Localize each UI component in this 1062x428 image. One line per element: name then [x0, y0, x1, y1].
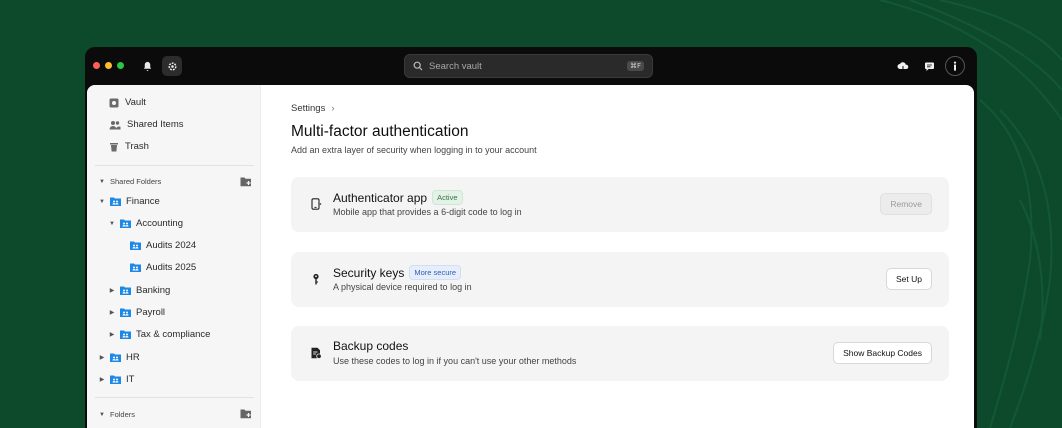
window-controls: [93, 62, 124, 69]
bell-icon[interactable]: [137, 56, 157, 76]
remove-button[interactable]: Remove: [880, 193, 932, 215]
breadcrumb-settings[interactable]: Settings: [291, 103, 325, 114]
sidebar: Vault Shared Items Trash ▼ Shared Folder…: [87, 85, 261, 428]
chevron-down-icon: ▼: [99, 198, 105, 205]
app-window: Search vault ⌘F Vault Shared Items Trash…: [85, 47, 977, 428]
search-bar[interactable]: Search vault ⌘F: [404, 54, 653, 78]
key-icon: [313, 273, 319, 285]
add-folder-icon[interactable]: [240, 176, 252, 187]
folder-label: Finance: [126, 196, 160, 207]
shared-folder-icon: [130, 241, 141, 250]
sidebar-divider: [95, 397, 254, 398]
shared-folder-icon: [110, 197, 121, 206]
sidebar-item-label: Shared Items: [127, 119, 184, 130]
folder-hr[interactable]: ▶ HR: [99, 352, 140, 363]
search-icon: [413, 61, 423, 71]
sidebar-item-vault[interactable]: Vault: [109, 97, 146, 108]
phone-icon: [311, 198, 322, 210]
chevron-right-icon: ▶: [109, 332, 115, 338]
folder-label: Audits 2025: [146, 262, 197, 273]
shared-folder-icon: [130, 263, 141, 272]
mfa-method-security-keys: Security keys More secure A physical dev…: [291, 252, 949, 307]
folder-label: Accounting: [136, 218, 184, 229]
method-title-text: Backup codes: [333, 339, 409, 353]
maximize-window-button[interactable]: [117, 62, 124, 69]
section-label: Folders: [110, 410, 136, 419]
gear-icon[interactable]: [162, 56, 182, 76]
main-content: Settings › Multi-factor authentication A…: [291, 85, 974, 428]
method-title: Backup codes: [333, 339, 408, 353]
sidebar-item-shared-items[interactable]: Shared Items: [109, 119, 184, 130]
chevron-right-icon: ▶: [109, 288, 115, 294]
chevron-down-icon: ▼: [109, 220, 115, 227]
folder-it[interactable]: ▶ IT: [99, 374, 135, 385]
method-description: Use these codes to log in if you can't u…: [333, 356, 577, 366]
people-icon: [109, 120, 121, 129]
shared-folder-icon: [120, 308, 131, 317]
method-description: Mobile app that provides a 6-digit code …: [333, 207, 522, 217]
folder-label: HR: [126, 352, 140, 363]
breadcrumb-chevron-icon: ›: [331, 103, 335, 114]
info-icon[interactable]: [945, 56, 965, 76]
chat-icon[interactable]: [919, 56, 939, 76]
cloud-sync-icon[interactable]: [893, 56, 913, 76]
folder-banking[interactable]: ▶ Banking: [109, 285, 171, 296]
shared-folder-icon: [120, 330, 131, 339]
trash-icon: [110, 142, 118, 151]
mfa-method-authenticator: Authenticator app Active Mobile app that…: [291, 177, 949, 232]
status-badge: More secure: [409, 265, 462, 280]
method-title: Authenticator app Active: [333, 190, 463, 205]
mfa-method-backup-codes: Backup codes Use these codes to log in i…: [291, 326, 949, 381]
shared-folder-icon: [110, 353, 121, 362]
method-title: Security keys More secure: [333, 265, 462, 280]
sidebar-divider: [95, 165, 254, 166]
shared-folder-icon: [120, 219, 131, 228]
folder-audits-2024[interactable]: Audits 2024: [130, 240, 196, 251]
app-content: Vault Shared Items Trash ▼ Shared Folder…: [87, 85, 974, 428]
folder-label: IT: [126, 374, 135, 385]
folder-audits-2025[interactable]: Audits 2025: [130, 262, 196, 273]
status-badge: Active: [432, 190, 463, 205]
titlebar: Search vault ⌘F: [85, 47, 977, 85]
sidebar-item-trash[interactable]: Trash: [109, 141, 149, 152]
folder-label: Tax & compliance: [136, 329, 211, 340]
backup-codes-icon: [311, 347, 322, 359]
close-window-button[interactable]: [93, 62, 100, 69]
method-description: A physical device required to log in: [333, 282, 472, 292]
chevron-down-icon: ▼: [99, 411, 105, 418]
chevron-right-icon: ▶: [99, 377, 105, 383]
search-shortcut: ⌘F: [626, 61, 644, 71]
method-title-text: Security keys: [333, 265, 405, 280]
folder-accounting[interactable]: ▼ Accounting: [109, 218, 183, 229]
folder-label: Audits 2024: [146, 240, 197, 251]
minimize-window-button[interactable]: [105, 62, 112, 69]
vault-icon: [109, 98, 119, 107]
shared-folder-icon: [110, 375, 121, 384]
titlebar-actions: [893, 56, 965, 76]
chevron-right-icon: ▶: [109, 310, 115, 316]
sidebar-item-label: Trash: [125, 141, 149, 152]
breadcrumb: Settings ›: [291, 103, 335, 114]
chevron-down-icon: ▼: [99, 178, 105, 185]
search-input[interactable]: Search vault: [429, 61, 621, 72]
method-title-text: Authenticator app: [333, 190, 428, 205]
page-subtitle: Add an extra layer of security when logg…: [291, 145, 537, 155]
folder-finance[interactable]: ▼ Finance: [99, 196, 160, 207]
show-backup-codes-button[interactable]: Show Backup Codes: [833, 342, 932, 364]
chevron-right-icon: ▶: [99, 355, 105, 361]
sidebar-item-label: Vault: [125, 97, 146, 108]
section-label: Shared Folders: [110, 177, 162, 186]
shared-folder-icon: [120, 286, 131, 295]
shared-folders-header[interactable]: ▼ Shared Folders: [99, 177, 161, 186]
folder-label: Payroll: [136, 307, 166, 318]
page-title: Multi-factor authentication: [291, 123, 469, 140]
set-up-button[interactable]: Set Up: [886, 268, 932, 290]
folder-tax-compliance[interactable]: ▶ Tax & compliance: [109, 329, 211, 340]
folder-payroll[interactable]: ▶ Payroll: [109, 307, 165, 318]
add-folder-icon[interactable]: [240, 408, 252, 419]
folders-header[interactable]: ▼ Folders: [99, 410, 135, 419]
folder-label: Banking: [136, 285, 171, 296]
